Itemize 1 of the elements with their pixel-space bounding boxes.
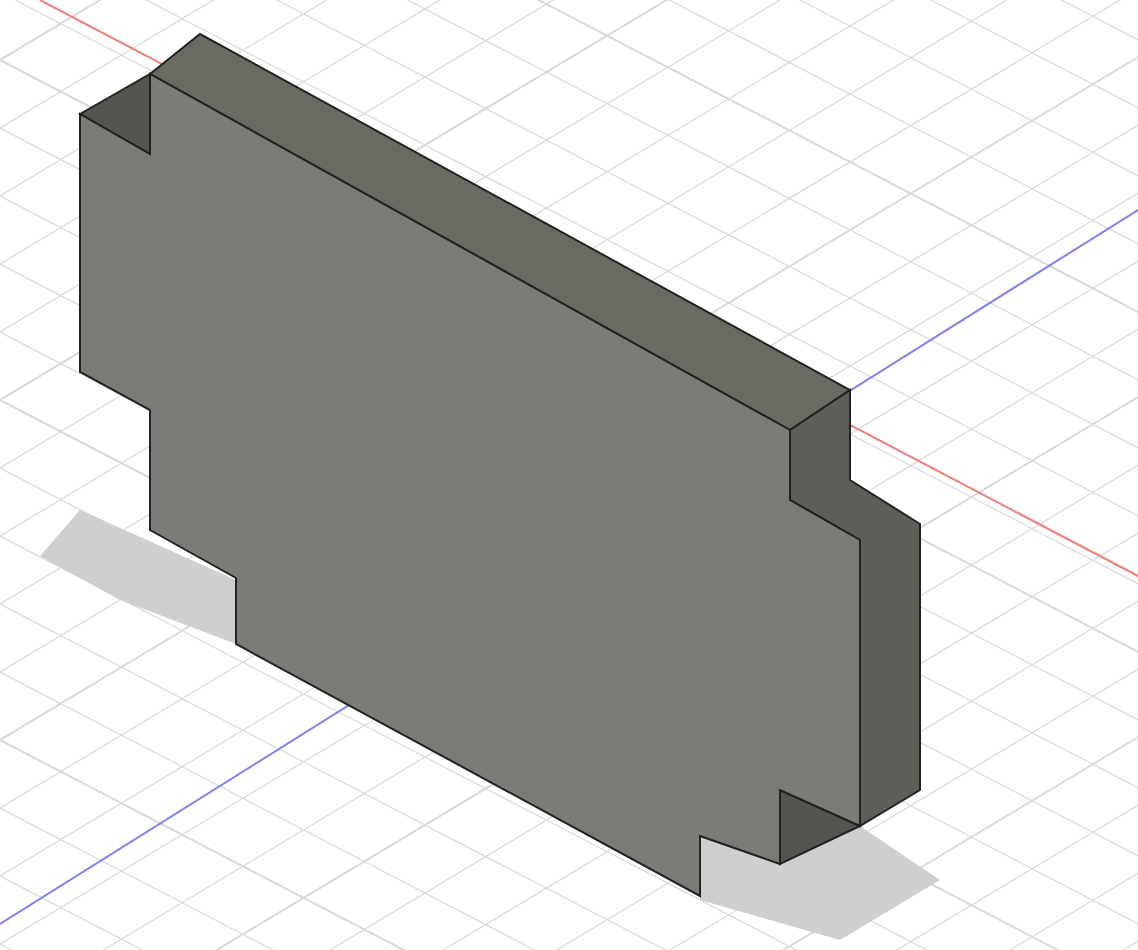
block-drawing[interactable] xyxy=(78,32,921,898)
